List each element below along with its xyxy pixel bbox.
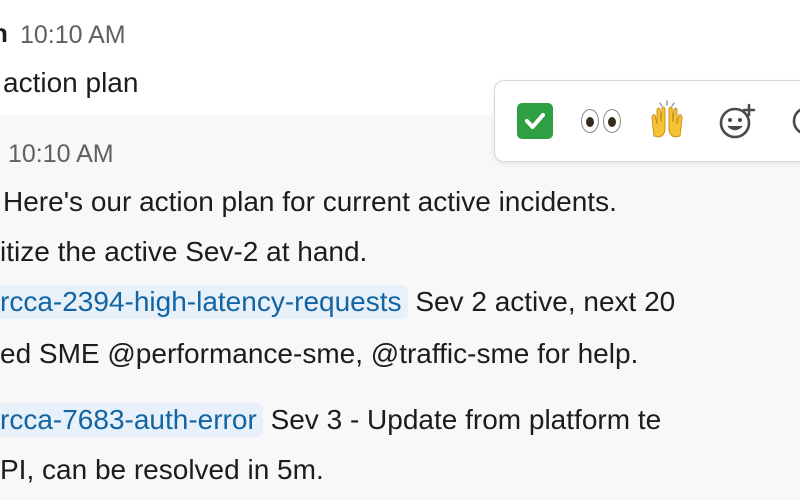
eyes-icon: [581, 109, 621, 133]
sender-name[interactable]: n: [0, 18, 8, 49]
message-timestamp[interactable]: 10:10 AM: [20, 18, 126, 52]
react-check-button[interactable]: [513, 99, 557, 143]
message-line: PI, can be resolved in 5m.: [0, 454, 324, 485]
add-reaction-button[interactable]: [715, 99, 759, 143]
more-actions-button[interactable]: [785, 99, 800, 143]
list-item: rcca-7683-auth-error Sev 3 - Update from…: [0, 403, 661, 437]
react-eyes-button[interactable]: [579, 99, 623, 143]
message-text: action plan: [3, 67, 139, 98]
message-line: Here's our action plan for current activ…: [3, 186, 617, 217]
comment-icon: [792, 108, 800, 134]
message-timestamp[interactable]: 10:10 AM: [8, 137, 114, 171]
white-check-mark-icon: [517, 103, 553, 139]
channel-link[interactable]: rcca-7683-auth-error: [0, 403, 263, 437]
raised-hands-icon: [651, 100, 683, 138]
add-reaction-icon: [719, 103, 756, 139]
list-item: rcca-2394-high-latency-requests Sev 2 ac…: [0, 285, 675, 319]
message-line: itize the active Sev-2 at hand.: [0, 236, 368, 267]
react-raised-hands-button[interactable]: [645, 99, 689, 143]
message-2[interactable]: 10:10 AM Here's our action plan for curr…: [0, 115, 800, 500]
list-item-text: Sev 3 - Update from platform te: [270, 404, 662, 435]
list-item-text: Sev 2 active, next 20: [415, 286, 676, 317]
channel-link[interactable]: rcca-2394-high-latency-requests: [0, 285, 408, 319]
message-line: ed SME @performance-sme, @traffic-sme fo…: [0, 338, 639, 369]
message-actions-toolbar: [494, 80, 800, 162]
